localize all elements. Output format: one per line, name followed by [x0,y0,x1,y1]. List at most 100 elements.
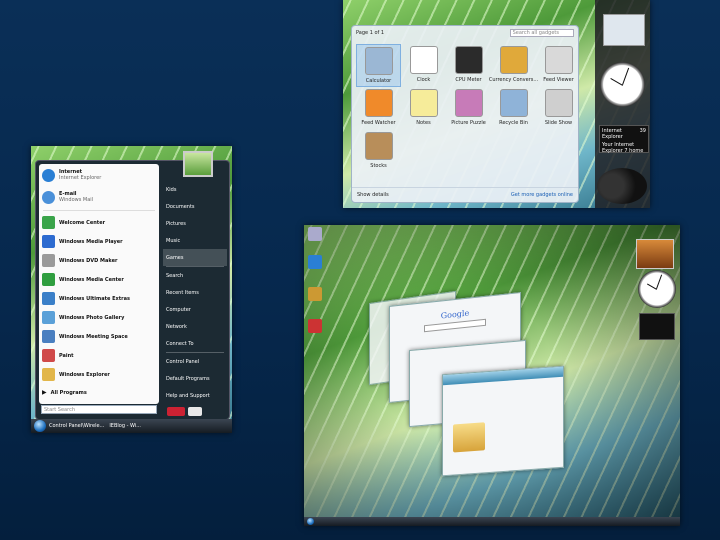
start-menu-screenshot: Internet Internet Explorer E-mail Window… [31,146,232,433]
pinned-subtitle: Windows Mail [59,197,94,203]
gadget-gallery-screenshot: Internet Explorer 39 Your Internet Explo… [343,0,650,208]
start-orb-icon[interactable] [34,420,46,432]
program-item[interactable]: Windows Ultimate Extras [39,289,159,308]
start-right-item[interactable]: Music [163,232,227,249]
start-right-item[interactable]: Documents [163,198,227,215]
paint-icon [42,349,55,362]
lock-button[interactable] [188,407,202,416]
program-item[interactable]: Welcome Center [39,213,159,232]
gadget-item[interactable]: Slide Show [536,87,581,130]
program-item[interactable]: Windows Photo Gallery [39,308,159,327]
all-programs-label: All Programs [50,389,87,396]
program-label: Paint [59,352,74,359]
internet-explorer-icon [42,168,55,182]
gadget-label: Stocks [370,163,387,169]
gadget-label: Currency Convers... [488,77,539,83]
gadget-search-input[interactable]: Search all gadgets [509,29,574,37]
taskbar [304,517,680,526]
program-label: Windows Photo Gallery [59,314,125,321]
sidebar-slideshow-gadget[interactable] [636,239,674,269]
sidebar-cpu-meter-gadget[interactable] [597,168,647,204]
gadget-label: Clock [416,77,431,83]
slide-show-icon [544,89,573,117]
program-item[interactable]: Windows Media Player [39,232,159,251]
pinned-subtitle: Internet Explorer [59,175,102,181]
get-more-gadgets-link[interactable]: Get more gadgets online [511,192,573,198]
recycle-bin-icon[interactable] [308,227,322,241]
start-right-item[interactable]: Network [163,318,227,335]
media-center-icon [42,273,55,286]
gadget-label: CPU Meter [455,77,482,83]
gadget-item[interactable]: CPU Meter [446,44,491,87]
taskbar-button[interactable]: IEBlog - Wi... [109,423,141,429]
feed-viewer-icon [544,46,573,74]
taskbar: Control Panel\Wirele... IEBlog - Wi... [31,419,232,433]
start-right-item[interactable]: Recent Items [163,284,227,301]
gadget-gallery-window: Page 1 of 1 Search all gadgets Calculato… [351,25,579,203]
page-indicator[interactable]: Page 1 of 1 [356,30,384,36]
gadget-label: Feed Watcher [361,120,396,126]
program-label: Windows Ultimate Extras [59,295,130,302]
start-right-item[interactable]: Control Panel [163,353,227,370]
gadget-item[interactable]: Notes [401,87,446,130]
mail-icon [42,190,55,204]
currency-icon [499,46,528,74]
start-right-item[interactable]: Default Programs [163,370,227,387]
clock-icon [409,46,438,74]
sidebar-slideshow-thumb [603,14,645,46]
desktop-shortcut-icon[interactable] [308,319,322,333]
gadget-item[interactable]: Recycle Bin [491,87,536,130]
gadget-label: Slide Show [544,120,573,126]
explorer-icon [42,368,55,381]
start-right-item[interactable]: Pictures [163,215,227,232]
gadget-label: Picture Puzzle [451,120,486,126]
sidebar-feed-gadget[interactable]: Internet Explorer 39 Your Internet Explo… [599,125,649,154]
start-right-item[interactable]: Computer [163,301,227,318]
power-button[interactable] [167,407,185,416]
gadget-item[interactable]: Feed Watcher [356,87,401,130]
flip3d-window-explorer[interactable] [442,365,564,477]
start-orb-icon[interactable] [307,518,314,525]
program-label: Windows Media Center [59,276,124,283]
sidebar-clock-gadget[interactable] [600,62,645,107]
program-item[interactable]: Paint [39,346,159,365]
gadget-item[interactable]: Clock [401,44,446,87]
program-label: Windows Meeting Space [59,333,128,340]
gadget-item[interactable]: Feed Viewer [536,44,581,87]
cpu-meter-icon [454,46,483,74]
all-programs-button[interactable]: ▶ All Programs [39,383,87,402]
taskbar-button[interactable]: Control Panel\Wirele... [49,423,104,429]
gadget-item[interactable]: Currency Convers... [488,44,539,87]
start-right-item[interactable]: Games [163,249,227,266]
program-item[interactable]: Windows Media Center [39,270,159,289]
program-item[interactable]: Windows Meeting Space [39,327,159,346]
program-label: Welcome Center [59,219,106,226]
flip3d-screenshot: Google [304,225,680,526]
desktop-shortcut-icon[interactable] [308,255,322,269]
sidebar-clock-gadget[interactable] [638,270,676,308]
gadget-label: Calculator [365,78,392,84]
start-right-item[interactable]: Help and Support [163,387,227,404]
show-details-button[interactable]: Show details [357,192,389,198]
program-label: Windows Media Player [59,238,123,245]
desktop-shortcut-icon[interactable] [308,287,322,301]
pinned-item[interactable]: E-mail Windows Mail [39,186,159,208]
start-right-item[interactable]: Kids [163,181,227,198]
feed-text: Your Internet Explorer 7 home [602,142,644,154]
gadget-item[interactable]: Stocks [356,130,401,173]
sidebar-feed-gadget[interactable] [639,313,675,340]
calculator-icon [364,47,393,75]
program-item[interactable]: Windows DVD Maker [39,251,159,270]
gadget-item[interactable]: Picture Puzzle [446,87,491,130]
user-picture[interactable] [183,151,213,177]
divider [43,210,155,211]
start-search-input[interactable]: Start Search [41,405,157,414]
start-right-item[interactable]: Connect To [163,335,227,352]
folder-icon [453,422,485,453]
dvd-maker-icon [42,254,55,267]
stocks-icon [364,132,393,160]
program-item[interactable]: Windows Explorer [39,365,159,384]
start-right-item[interactable]: Search [163,267,227,284]
pinned-item[interactable]: Internet Internet Explorer [39,164,159,186]
gadget-item[interactable]: Calculator [356,44,401,87]
